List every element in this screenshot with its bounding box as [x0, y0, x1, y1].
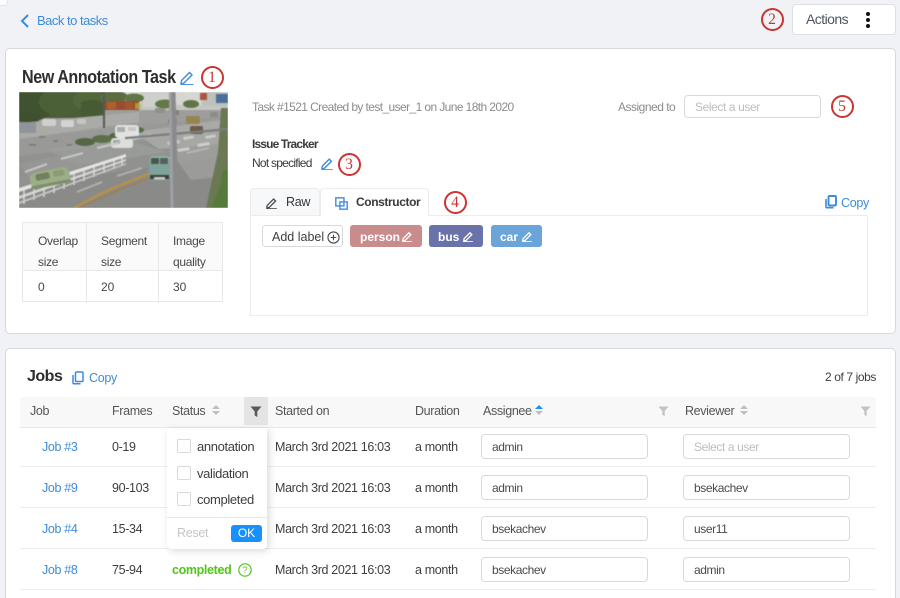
svg-text:?: ?: [242, 565, 247, 575]
